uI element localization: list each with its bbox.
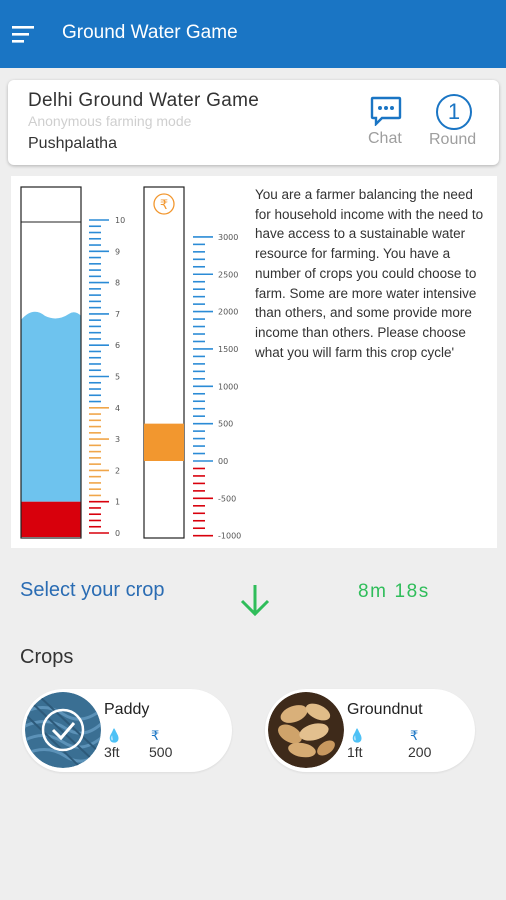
money-gauge-ticks: 3000 2500 2000 1500 1000 500 00 -500 -1000 <box>193 233 241 541</box>
water-tick-label: 0 <box>115 529 120 538</box>
money-tick-label: 3000 <box>218 233 238 242</box>
game-title: Delhi Ground Water Game <box>28 90 260 111</box>
water-requirement: 💧 1ft <box>347 729 377 763</box>
money-tick-label: 00 <box>218 457 228 466</box>
money-tick-label: -500 <box>218 494 236 503</box>
groundnut-image <box>268 692 344 768</box>
water-danger-zone <box>21 501 81 537</box>
money-tick-label: 2500 <box>218 270 238 279</box>
water-tick-label: 7 <box>115 310 120 319</box>
water-tick-label: 6 <box>115 341 120 350</box>
water-tick-label: 9 <box>115 247 120 256</box>
money-tick-label: 1000 <box>218 382 238 391</box>
crop-card-groundnut[interactable]: Groundnut 💧 1ft ₹ 200 <box>265 689 475 772</box>
game-info-card: Delhi Ground Water Game Anonymous farmin… <box>8 80 499 165</box>
game-mode: Anonymous farming mode <box>28 113 192 129</box>
menu-icon[interactable] <box>12 24 38 44</box>
water-tick-label: 8 <box>115 279 120 288</box>
water-drop-icon: 💧 <box>349 728 366 743</box>
chat-icon <box>370 96 402 126</box>
rupee-symbol: ₹ <box>160 198 168 213</box>
water-value: 1ft <box>347 744 363 760</box>
money-tick-label: -1000 <box>218 532 241 541</box>
water-level-fill <box>21 311 81 502</box>
income-value: 500 <box>149 744 173 760</box>
crop-name: Groundnut <box>347 701 423 718</box>
round-label: Round <box>429 131 477 148</box>
chat-button[interactable]: Chat <box>368 94 404 154</box>
income-value: 200 <box>408 744 432 760</box>
water-tick-label: 5 <box>115 373 120 382</box>
gauges-graphic: 109876543210 ₹ 3000250020001500100050000… <box>20 186 241 541</box>
round-number: 1 <box>436 94 472 130</box>
money-level-fill <box>144 423 184 461</box>
water-tick-label: 1 <box>115 498 120 507</box>
money-gauge: ₹ 3000 2500 2000 1500 1000 500 00 -500 -1000 <box>143 186 241 541</box>
income-value-stat: ₹ 500 <box>149 729 189 763</box>
water-tick-label: 3 <box>115 435 120 444</box>
crop-card-paddy[interactable]: Paddy 💧 3ft ₹ 500 <box>22 689 232 772</box>
water-gauge-ticks: 109876543210 <box>89 216 125 538</box>
rupee-icon: ₹ <box>410 728 419 743</box>
app-title: Ground Water Game <box>62 22 238 43</box>
water-gauge: 109876543210 <box>20 186 125 539</box>
water-tick-label: 2 <box>115 466 120 475</box>
select-crop-heading: Select your crop <box>20 579 165 601</box>
player-name: Pushpalatha <box>28 135 117 152</box>
paddy-image <box>25 692 101 768</box>
gauge-panel: 10 9 8 7 6 5 4 3 2 1 0 ₹ 3000 2500 2000 1500 1000 500 00… <box>11 176 497 548</box>
water-requirement: 💧 3ft <box>104 729 134 763</box>
crops-heading: Crops <box>20 646 74 668</box>
water-value: 3ft <box>104 744 120 760</box>
arrow-down-icon <box>240 585 270 617</box>
rupee-icon: ₹ <box>151 728 160 743</box>
crop-name: Paddy <box>104 701 150 718</box>
money-tick-label: 1500 <box>218 345 238 354</box>
income-value-stat: ₹ 200 <box>408 729 448 763</box>
countdown-timer: 8m 18s <box>358 581 430 602</box>
chat-label: Chat <box>368 130 402 147</box>
water-tick-label: 10 <box>115 216 125 225</box>
round-button[interactable]: 1 Round <box>429 92 484 154</box>
intro-text: You are a farmer balancing the need for … <box>255 187 484 360</box>
water-drop-icon: 💧 <box>106 728 123 743</box>
money-tick-label: 2000 <box>218 308 238 317</box>
water-tick-label: 4 <box>115 404 120 413</box>
money-tick-label: 500 <box>218 420 233 429</box>
app-bar: Ground Water Game <box>0 0 506 68</box>
